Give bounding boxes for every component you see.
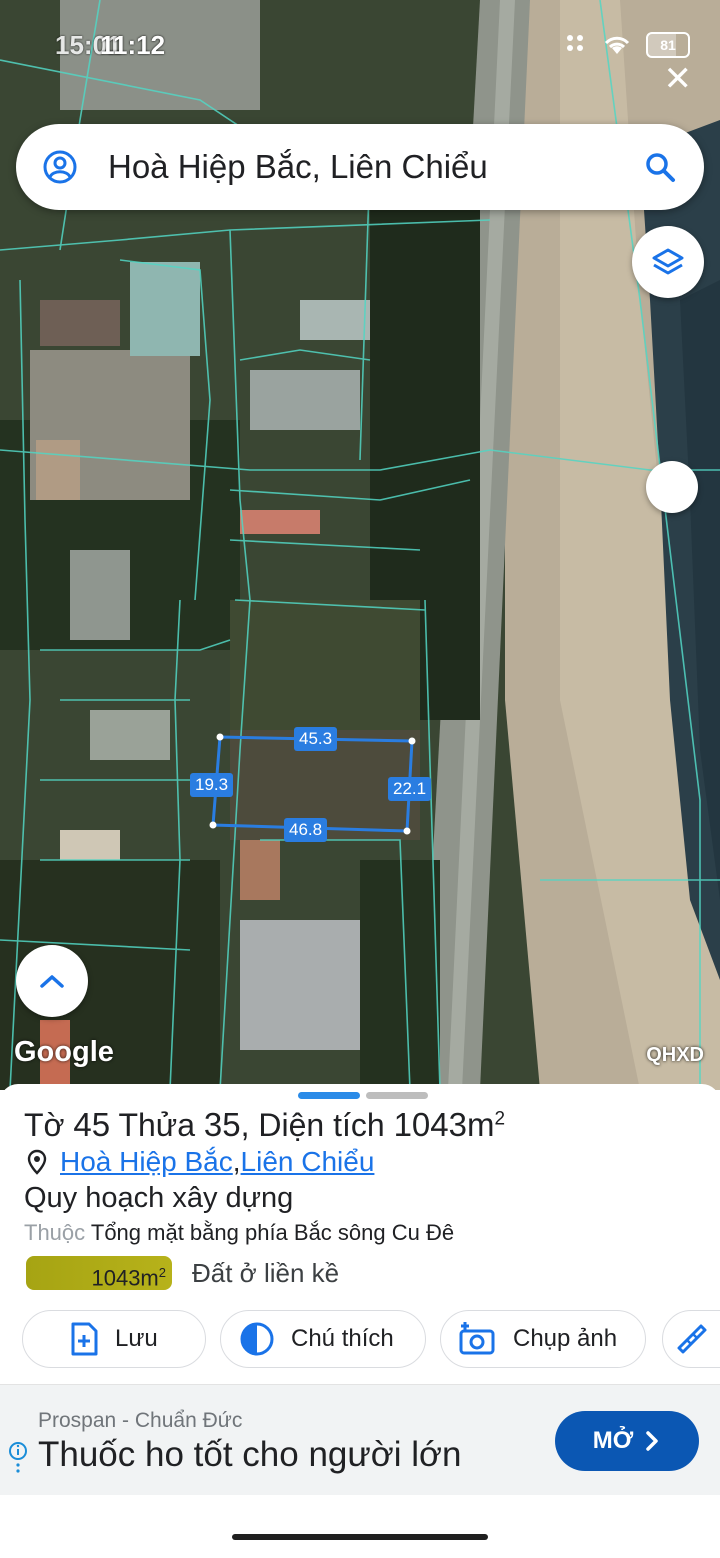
search-bar[interactable]: Hoà Hiệp Bắc, Liên Chiểu bbox=[16, 124, 704, 210]
save-button[interactable]: Lưu bbox=[22, 1310, 206, 1368]
account-icon[interactable] bbox=[42, 149, 78, 185]
parcel-length-bottom: 46.8 bbox=[284, 818, 328, 842]
layers-button[interactable] bbox=[632, 226, 704, 298]
battery-level: 81 bbox=[660, 37, 676, 53]
ward-link[interactable]: Hoà Hiệp Bắc bbox=[60, 1146, 233, 1178]
parcel-label: Thửa bbox=[118, 1107, 196, 1143]
grid-dots-icon bbox=[567, 35, 583, 51]
google-logo: Google bbox=[14, 1036, 114, 1068]
land-use-row: 1043m2 Đất ở liền kề bbox=[26, 1256, 339, 1290]
close-icon[interactable]: ✕ bbox=[664, 62, 693, 96]
land-area-value: 1043m bbox=[91, 1265, 159, 1291]
sheet-label: Tờ bbox=[24, 1107, 65, 1143]
plan-belongs: Thuộc Tổng mặt bằng phía Bắc sông Cu Đê bbox=[24, 1220, 454, 1246]
land-area-sup: 2 bbox=[158, 1265, 166, 1280]
photo-button[interactable]: Chụp ảnh bbox=[440, 1310, 646, 1368]
status-bar: 15:01 11:12 81 bbox=[0, 0, 720, 80]
photo-label: Chụp ảnh bbox=[513, 1325, 618, 1352]
contrast-icon bbox=[240, 1322, 274, 1356]
belongs-value: Tổng mặt bằng phía Bắc sông Cu Đê bbox=[90, 1220, 455, 1245]
legend-label: Chú thích bbox=[291, 1325, 394, 1352]
location-pin-icon bbox=[27, 1149, 47, 1175]
ad-open-label: MỞ bbox=[592, 1427, 634, 1454]
parcel-info-sheet[interactable]: Tờ 45 Thửa 35, Diện tích 1043m2 Hoà Hiệp… bbox=[0, 1084, 720, 1558]
parcel-length-top: 45.3 bbox=[294, 727, 338, 751]
wifi-icon bbox=[604, 36, 630, 54]
chevron-right-icon bbox=[646, 1431, 658, 1451]
measure-button[interactable] bbox=[662, 1310, 720, 1368]
parcel-number: 35 bbox=[203, 1106, 241, 1143]
area-label: , Diện tích bbox=[240, 1107, 385, 1143]
ad-banner[interactable]: Prospan - Chuẩn Đức Thuốc ho tốt cho ngư… bbox=[0, 1384, 720, 1495]
battery-indicator: 81 bbox=[646, 32, 690, 58]
location-separator: , bbox=[232, 1146, 241, 1177]
ruler-icon bbox=[677, 1324, 707, 1354]
land-area-chip: 1043m2 bbox=[26, 1256, 172, 1290]
chevron-up-icon bbox=[40, 975, 64, 988]
add-camera-icon bbox=[459, 1322, 495, 1355]
district-link[interactable]: Liên Chiểu bbox=[241, 1146, 375, 1178]
search-input[interactable]: Hoà Hiệp Bắc, Liên Chiểu bbox=[108, 148, 642, 186]
belongs-label: Thuộc bbox=[24, 1220, 86, 1245]
layers-icon bbox=[652, 248, 684, 275]
ad-open-button[interactable]: MỞ bbox=[555, 1411, 699, 1471]
ad-info-icon[interactable] bbox=[8, 1441, 28, 1481]
map-side-handle[interactable] bbox=[646, 461, 698, 513]
home-indicator[interactable] bbox=[232, 1534, 488, 1540]
parcel-length-right: 22.1 bbox=[388, 777, 432, 801]
sheet-number: 45 bbox=[73, 1106, 111, 1143]
overlay-label: QHXD bbox=[646, 1044, 704, 1066]
ad-headline: Thuốc ho tốt cho người lớn bbox=[38, 1435, 462, 1474]
land-use-type: Đất ở liền kề bbox=[192, 1257, 340, 1288]
parcel-title: Tờ 45 Thửa 35, Diện tích 1043m2 bbox=[24, 1106, 505, 1144]
add-document-icon bbox=[71, 1322, 98, 1356]
sheet-handle[interactable] bbox=[298, 1092, 428, 1099]
location-line: Hoà Hiệp Bắc, Liên Chiểu bbox=[26, 1146, 374, 1178]
search-icon[interactable] bbox=[642, 149, 678, 185]
expand-up-button[interactable] bbox=[16, 945, 88, 1017]
parcel-length-left: 19.3 bbox=[190, 773, 234, 797]
satellite-map[interactable]: 15:01 11:12 81 ✕ Hoà Hiệp Bắc, Liên Chiể… bbox=[0, 0, 720, 1090]
plan-title: Quy hoạch xây dựng bbox=[24, 1182, 294, 1214]
area-unit-sup: 2 bbox=[494, 1108, 506, 1130]
ad-brand: Prospan - Chuẩn Đức bbox=[38, 1409, 243, 1432]
status-time: 11:12 bbox=[100, 30, 166, 60]
legend-button[interactable]: Chú thích bbox=[220, 1310, 426, 1368]
save-label: Lưu bbox=[115, 1325, 158, 1352]
area-value: 1043m bbox=[393, 1106, 495, 1143]
action-chips: Lưu Chú thích Chụp ảnh bbox=[22, 1310, 720, 1372]
